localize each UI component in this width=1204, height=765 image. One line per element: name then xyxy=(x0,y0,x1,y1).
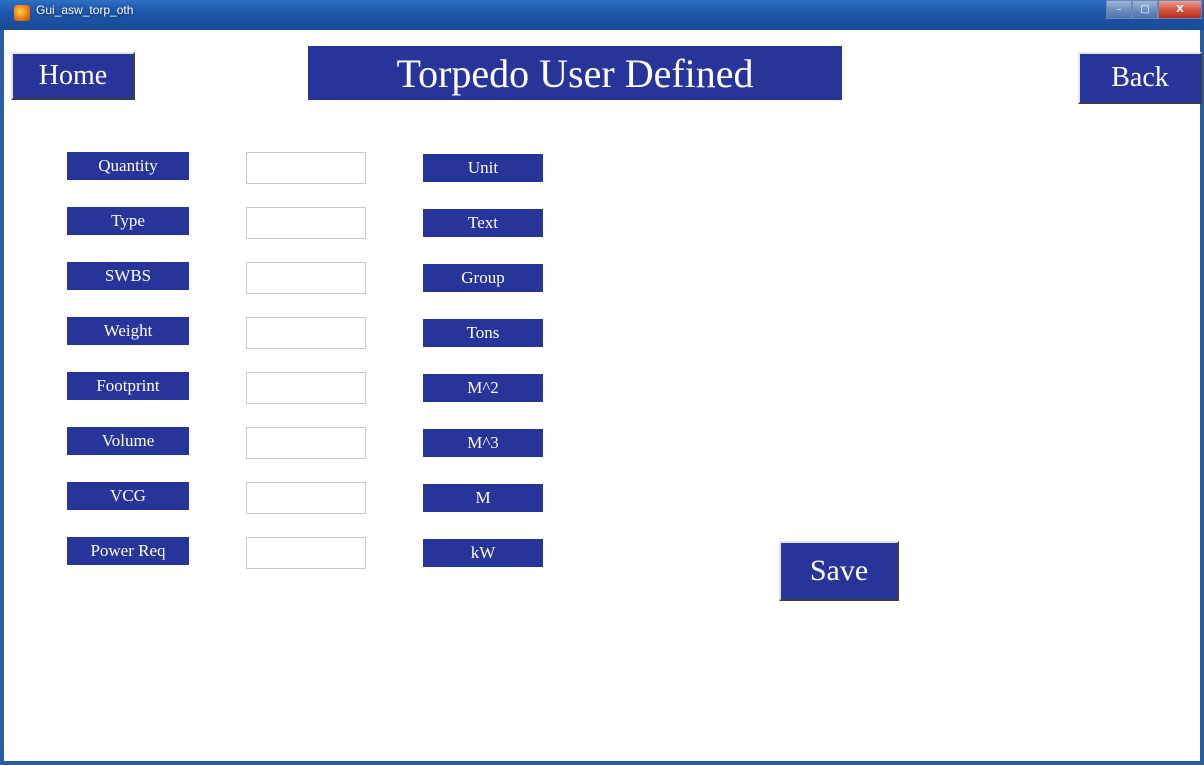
minimize-button[interactable]: – xyxy=(1106,0,1132,19)
power-req-input[interactable] xyxy=(246,537,366,569)
close-icon: X xyxy=(1176,4,1184,15)
vcg-label: VCG xyxy=(67,482,189,510)
title-bar: Gui_asw_torp_oth – □ X xyxy=(0,0,1204,30)
swbs-label: SWBS xyxy=(67,262,189,290)
footprint-unit-label: M^2 xyxy=(423,374,543,402)
volume-unit-label: M^3 xyxy=(423,429,543,457)
back-button[interactable]: Back xyxy=(1078,52,1202,104)
quantity-input[interactable] xyxy=(246,152,366,184)
weight-input[interactable] xyxy=(246,317,366,349)
swbs-unit-label: Group xyxy=(423,264,543,292)
quantity-unit-label: Unit xyxy=(423,154,543,182)
window-title: Gui_asw_torp_oth xyxy=(36,3,134,17)
swbs-input[interactable] xyxy=(246,262,366,294)
minimize-icon: – xyxy=(1116,4,1122,15)
close-button[interactable]: X xyxy=(1158,0,1202,19)
volume-input[interactable] xyxy=(246,427,366,459)
volume-label: Volume xyxy=(67,427,189,455)
power-req-label: Power Req xyxy=(67,537,189,565)
window-controls: – □ X xyxy=(1106,0,1202,20)
type-label: Type xyxy=(67,207,189,235)
type-unit-label: Text xyxy=(423,209,543,237)
maximize-button[interactable]: □ xyxy=(1132,0,1158,19)
vcg-unit-label: M xyxy=(423,484,543,512)
page-title: Torpedo User Defined xyxy=(308,46,842,100)
vcg-input[interactable] xyxy=(246,482,366,514)
quantity-label: Quantity xyxy=(67,152,189,180)
maximize-icon: □ xyxy=(1140,4,1150,15)
footprint-input[interactable] xyxy=(246,372,366,404)
weight-label: Weight xyxy=(67,317,189,345)
matlab-app-icon xyxy=(14,5,30,21)
power-req-unit-label: kW xyxy=(423,539,543,567)
weight-unit-label: Tons xyxy=(423,319,543,347)
type-input[interactable] xyxy=(246,207,366,239)
footprint-label: Footprint xyxy=(67,372,189,400)
app-window: Gui_asw_torp_oth – □ X Home Torpedo User… xyxy=(0,0,1204,765)
save-button[interactable]: Save xyxy=(779,541,899,601)
home-button[interactable]: Home xyxy=(11,52,135,100)
